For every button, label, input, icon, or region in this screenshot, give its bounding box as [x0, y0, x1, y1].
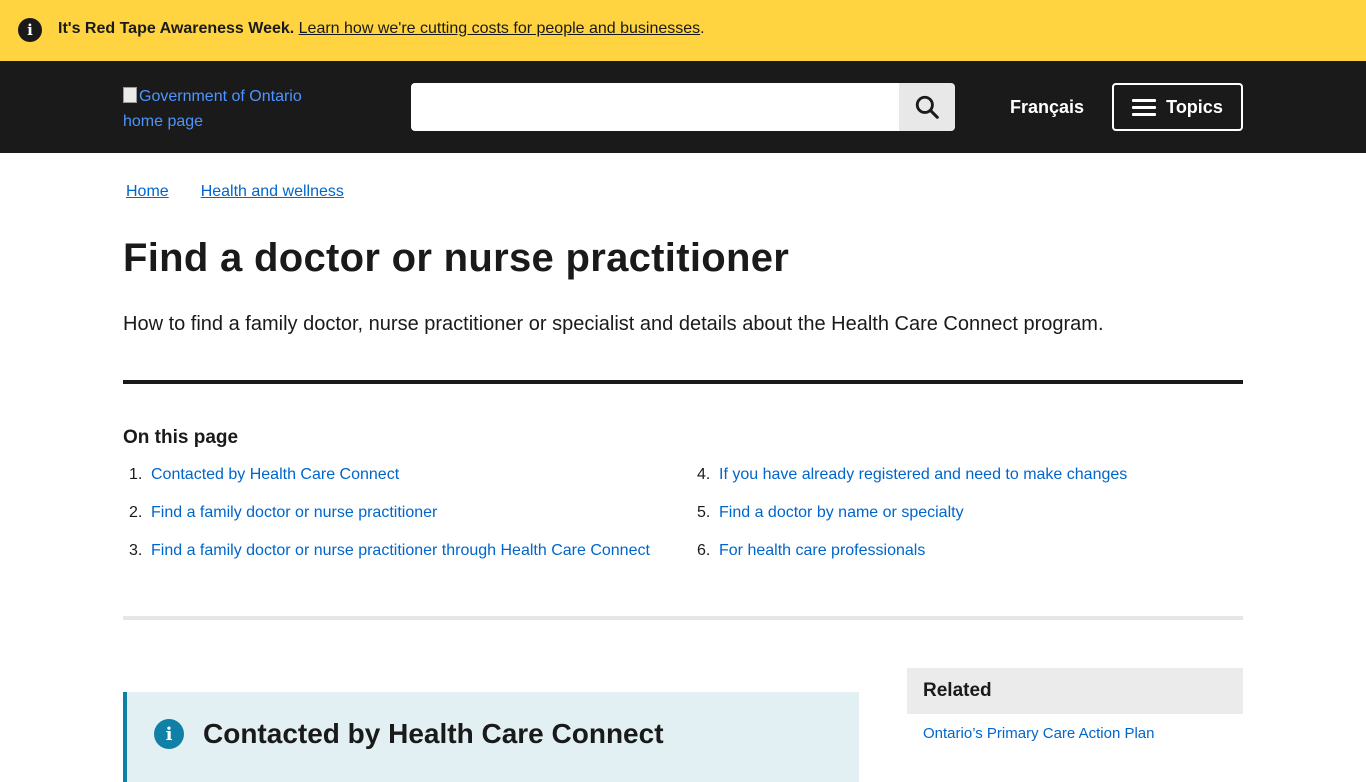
alert-banner: i It's Red Tape Awareness Week. Learn ho…	[0, 0, 1366, 61]
page-lead: How to find a family doctor, nurse pract…	[123, 313, 1104, 335]
related-link-primary-care[interactable]: Ontario’s Primary Care Action Plan	[923, 724, 1154, 744]
search-input[interactable]	[411, 83, 899, 131]
toc-number: 4.	[697, 466, 711, 483]
alert-link[interactable]: Learn how we're cutting costs for people…	[299, 20, 701, 37]
breadcrumb-home[interactable]: Home	[126, 183, 169, 200]
toc-item: 4. If you have already registered and ne…	[691, 464, 1127, 502]
topics-label: Topics	[1166, 96, 1223, 117]
toc-list-left: 1. Contacted by Health Care Connect 2. F…	[123, 464, 650, 578]
toc-item: 1. Contacted by Health Care Connect	[123, 464, 650, 502]
toc-heading: On this page	[123, 427, 239, 448]
toc-number: 3.	[129, 542, 143, 559]
toc-link-health-care-connect[interactable]: Find a family doctor or nurse practition…	[151, 540, 650, 578]
language-toggle-link[interactable]: Français	[1010, 96, 1084, 118]
broken-image-icon	[123, 87, 137, 103]
toc-number: 5.	[697, 504, 711, 521]
ontario-logo[interactable]: Government of Ontario home page	[123, 84, 323, 134]
toc-link-name-or-specialty[interactable]: Find a doctor by name or specialty	[719, 502, 964, 540]
toc-item: 5. Find a doctor by name or specialty	[691, 502, 1127, 540]
toc-link-make-changes[interactable]: If you have already registered and need …	[719, 464, 1127, 502]
topics-menu-button[interactable]: Topics	[1112, 83, 1243, 131]
toc-item: 2. Find a family doctor or nurse practit…	[123, 502, 650, 540]
divider	[123, 380, 1243, 384]
toc-item: 3. Find a family doctor or nurse practit…	[123, 540, 650, 578]
info-icon: i	[154, 719, 184, 749]
toc-number: 1.	[129, 466, 143, 483]
logo-link[interactable]: Government of Ontario home page	[123, 87, 302, 130]
toc-link-find-family-doctor[interactable]: Find a family doctor or nurse practition…	[151, 502, 437, 540]
toc-number: 2.	[129, 504, 143, 521]
callout-title: Contacted by Health Care Connect	[203, 718, 664, 749]
logo-alt-text: Government of Ontario home page	[123, 88, 302, 130]
toc-link-contacted[interactable]: Contacted by Health Care Connect	[151, 464, 399, 502]
alert-suffix: .	[700, 20, 705, 37]
callout-box: i Contacted by Health Care Connect	[123, 692, 859, 782]
section-divider	[123, 616, 1243, 620]
alert-bold-text: It's Red Tape Awareness Week.	[58, 20, 295, 37]
toc-link-professionals[interactable]: For health care professionals	[719, 540, 925, 578]
page-title: Find a doctor or nurse practitioner	[123, 236, 790, 280]
hamburger-icon	[1132, 95, 1157, 120]
alert-text: It's Red Tape Awareness Week. Learn how …	[58, 19, 705, 39]
breadcrumb-health-and-wellness[interactable]: Health and wellness	[201, 183, 344, 200]
info-icon: i	[18, 18, 42, 42]
related-title: Related	[923, 680, 992, 701]
breadcrumb: Home Health and wellness	[126, 182, 376, 202]
search-icon	[915, 95, 939, 119]
search-button[interactable]	[899, 83, 955, 131]
toc-number: 6.	[697, 542, 711, 559]
toc-item: 6. For health care professionals	[691, 540, 1127, 578]
related-header: Related	[907, 668, 1243, 714]
toc-list-right: 4. If you have already registered and ne…	[691, 464, 1127, 578]
